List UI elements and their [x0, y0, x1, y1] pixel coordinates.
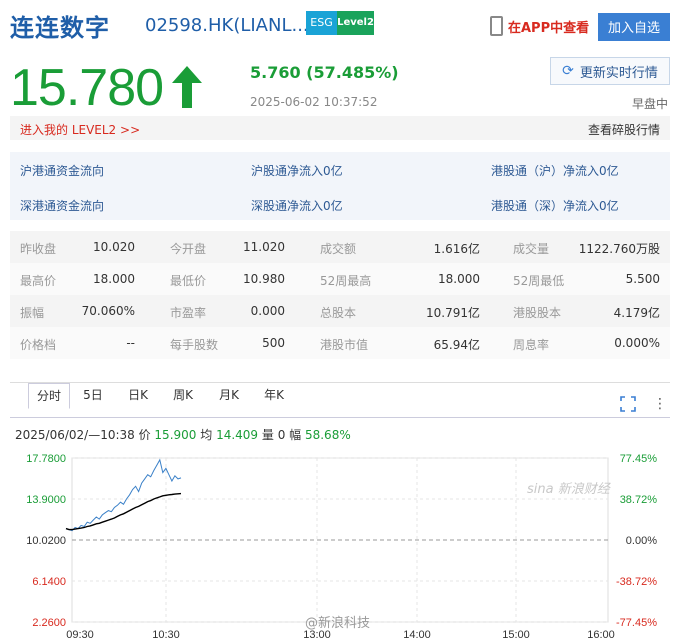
sz-connect-inflow: 深股通净流入0亿 [251, 199, 343, 213]
stat-label: 成交量 [513, 242, 550, 256]
stat-value: 0.000% [614, 336, 660, 350]
stat-value: 65.94亿 [433, 338, 480, 352]
stats-row: 昨收盘 10.020 今开盘 11.020 成交额 1.616亿 成交量 112… [10, 231, 670, 263]
stat-label: 总股本 [320, 306, 357, 320]
stat-label: 52周最高 [320, 274, 372, 288]
stat-value: 5.500 [625, 272, 660, 286]
capital-flow-panel: 沪港通资金流向 沪股通净流入0亿 港股通（沪）净流入0亿 深港通资金流向 深股通… [10, 152, 670, 220]
tab-5day[interactable]: 5日 [78, 383, 108, 407]
open-in-app-link[interactable]: 在APP中查看 [490, 14, 589, 38]
chart-panel: 分时 5日 日K 周K 月K 年K ⋮ 2025/06/02/—10:38 价 … [10, 382, 670, 643]
stat-label: 昨收盘 [20, 242, 57, 256]
stat-label: 52周最低 [513, 274, 565, 288]
sina-watermark: sina 新浪财经 [527, 482, 610, 497]
stock-name: 连连数字 [10, 14, 110, 42]
stat-label: 最低价 [170, 274, 207, 288]
stat-value: 0.000 [250, 304, 285, 318]
stat-value: 18.000 [438, 272, 480, 286]
stat-label: 港股市值 [320, 338, 369, 352]
stat-value: 10.980 [243, 272, 285, 286]
tab-daily-k[interactable]: 日K [123, 383, 153, 407]
stat-label: 今开盘 [170, 242, 207, 256]
stat-value: 1.616亿 [433, 242, 480, 256]
refresh-quote-label: 更新实时行情 [579, 65, 658, 81]
odd-lot-link[interactable]: 查看碎股行情 [588, 121, 660, 138]
stat-value: 1122.760万股 [578, 242, 660, 256]
stat-label: 每手股数 [170, 338, 219, 352]
stock-header: 连连数字 02598.HK(LIANL...) ESG Level2 在APP中… [0, 0, 675, 52]
open-in-app-label: 在APP中查看 [508, 20, 590, 36]
up-arrow-icon [172, 66, 202, 108]
hk-connect-sh-inflow: 港股通（沪）净流入0亿 [491, 164, 619, 178]
sh-connect-flow-title[interactable]: 沪港通资金流向 [20, 162, 104, 179]
stat-label: 周息率 [513, 338, 550, 352]
chart-info-avg-label: 均 [196, 428, 217, 442]
chart-info-vol-label: 量 0 幅 [258, 428, 305, 442]
stat-value: 500 [262, 336, 285, 350]
tab-weekly-k[interactable]: 周K [168, 383, 198, 407]
chart-info-price: 15.900 [154, 428, 197, 442]
stat-value: 10.791亿 [426, 306, 480, 320]
stat-label: 最高价 [20, 274, 57, 288]
refresh-quote-button[interactable]: ⟳ 更新实时行情 [550, 57, 670, 85]
chart-info-avg: 14.409 [216, 428, 259, 442]
stat-value: 70.060% [81, 304, 135, 318]
price-change: 5.760 (57.485%) [250, 63, 399, 82]
trading-session: 早盘中 [631, 97, 668, 111]
tab-yearly-k[interactable]: 年K [259, 383, 289, 407]
stats-row: 最高价 18.000 最低价 10.980 52周最高 18.000 52周最低… [10, 263, 670, 295]
stat-label: 港股股本 [513, 306, 562, 320]
tab-monthly-k[interactable]: 月K [214, 383, 244, 407]
stats-row: 价格档 -- 每手股数 500 港股市值 65.94亿 周息率 0.000% [10, 327, 670, 359]
stat-label: 价格档 [20, 338, 57, 352]
quote-timestamp: 2025-06-02 10:37:52 [250, 95, 378, 109]
current-price: 15.780 [10, 59, 164, 117]
refresh-icon: ⟳ [562, 63, 574, 79]
chart-info-prefix: 2025/06/02/—10:38 价 [15, 428, 155, 442]
chart-info: 2025/06/02/—10:38 价 15.900 均 14.409 量 0 … [15, 426, 351, 443]
stat-value: 4.179亿 [613, 306, 660, 320]
chart-info-amp: 58.68% [304, 428, 351, 442]
more-icon[interactable]: ⋮ [653, 396, 667, 412]
stats-row: 振幅 70.060% 市盈率 0.000 总股本 10.791亿 港股股本 4.… [10, 295, 670, 327]
sh-connect-inflow: 沪股通净流入0亿 [251, 164, 343, 178]
stat-value: 11.020 [243, 240, 285, 254]
fullscreen-icon[interactable] [620, 396, 636, 412]
level2-bar: 进入我的 LEVEL2 >> 查看碎股行情 [10, 116, 670, 140]
sz-connect-flow-title[interactable]: 深港通资金流向 [20, 197, 104, 214]
level2-badge[interactable]: Level2 [337, 11, 374, 35]
stat-label: 成交额 [320, 242, 357, 256]
stat-label: 振幅 [20, 306, 45, 320]
stats-table: 昨收盘 10.020 今开盘 11.020 成交额 1.616亿 成交量 112… [10, 231, 670, 359]
phone-icon [490, 16, 503, 36]
weibo-watermark: @新浪科技 [305, 616, 371, 631]
stat-value: 10.020 [93, 240, 135, 254]
esg-badge[interactable]: ESG [306, 11, 337, 35]
stock-code[interactable]: 02598.HK(LIANL...) [145, 15, 316, 36]
level2-link[interactable]: 进入我的 LEVEL2 >> [20, 121, 140, 138]
tab-intraday[interactable]: 分时 [28, 383, 70, 409]
stat-value: 18.000 [93, 272, 135, 286]
tab-divider [10, 417, 670, 418]
stat-value: -- [126, 336, 135, 350]
hk-connect-sz-inflow: 港股通（深）净流入0亿 [491, 199, 619, 213]
add-to-watchlist-button[interactable]: 加入自选 [598, 13, 670, 41]
stat-label: 市盈率 [170, 306, 207, 320]
